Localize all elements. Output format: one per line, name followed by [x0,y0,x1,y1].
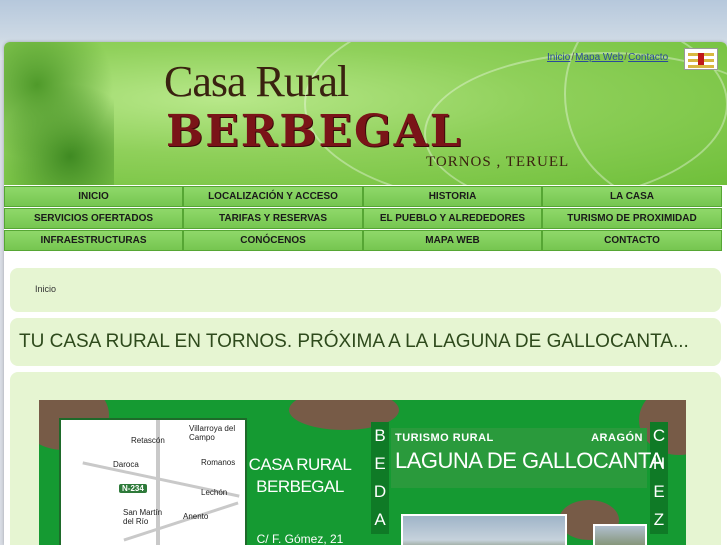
banner-letter: C [652,426,666,445]
banner-left-letters: B E D A [371,422,389,534]
flag-crest [698,53,704,65]
map-town: Romanos [201,458,236,467]
toplink-separator: / [624,52,628,63]
toplink-separator: / [571,52,575,63]
banner-casa-rural: CASA RURAL BERBEGAL [245,454,355,498]
banner-letter: Z [653,510,665,529]
nav-turismo[interactable]: TURISMO DE PROXIMIDAD [542,208,722,229]
top-links: Inicio/Mapa Web/Contacto [547,52,668,63]
nav-la-casa[interactable]: LA CASA [542,186,722,207]
toplink-mapa-web[interactable]: Mapa Web [575,52,623,63]
banner-casa-line2: BERBEGAL [256,477,344,496]
site-logo-title: BERBEGAL [166,106,463,157]
main-navigation: INICIO LOCALIZACIÓN Y ACCESO HISTORIA LA… [4,186,727,252]
breadcrumb: Inicio [10,268,721,312]
page-title: TU CASA RURAL EN TORNOS. PRÓXIMA A LA LA… [19,331,689,352]
banner-casa-line1: CASA RURAL [248,455,352,474]
banner-letter: B [374,426,386,445]
map-town: Retascón [131,436,165,445]
promo-banner-image: Retascón Villarroya del Campo Daroca Rom… [39,400,686,545]
banner-right-letters: C H E Z [650,422,668,534]
nav-infraestructuras[interactable]: INFRAESTRUCTURAS [4,230,183,251]
lagoon-photo [401,514,567,545]
map-town: San Martín del Río [123,508,163,526]
brand-top-text: Casa Rural [164,57,349,106]
nav-localizacion[interactable]: LOCALIZACIÓN Y ACCESO [183,186,363,207]
nav-conocenos[interactable]: CONÓCENOS [183,230,363,251]
page-title-panel: TU CASA RURAL EN TORNOS. PRÓXIMA A LA LA… [10,318,721,366]
flag-stripe [688,65,714,68]
map-town: Lechón [201,488,228,497]
brand-location: TORNOS , TERUEL [426,154,570,170]
site-header: Casa Rural BERBEGAL TORNOS , TERUEL Inic… [4,42,727,185]
landscape-photo [593,524,647,545]
nav-inicio[interactable]: INICIO [4,186,183,207]
banner-letter: E [374,454,386,473]
nav-historia[interactable]: HISTORIA [363,186,542,207]
main-content: Retascón Villarroya del Campo Daroca Rom… [10,372,721,545]
banner-letter: D [373,482,387,501]
map-town: Daroca [113,460,139,469]
toplink-contacto[interactable]: Contacto [628,52,668,63]
header-foliage-decoration [4,42,114,185]
nav-el-pueblo[interactable]: EL PUEBLO Y ALREDEDORES [363,208,542,229]
nav-contacto[interactable]: CONTACTO [542,230,722,251]
map-town: Anento [183,512,209,521]
nav-servicios[interactable]: SERVICIOS OFERTADOS [4,208,183,229]
nav-mapa-web[interactable]: MAPA WEB [363,230,542,251]
laguna-title: LAGUNA DE GALLOCANTA [395,448,664,473]
map-town: Villarroya del Campo [189,424,236,442]
breadcrumb-item-inicio[interactable]: Inicio [35,284,56,294]
turismo-banner: TURISMO RURAL ARAGÓN LAGUNA DE GALLOCANT… [391,428,664,488]
turismo-rural-label: TURISMO RURAL [395,432,494,444]
aragon-flag-icon[interactable] [684,48,718,70]
banner-address: C/ F. Gómez, 21 [256,532,344,545]
banner-letter: A [374,510,386,529]
toplink-inicio[interactable]: Inicio [547,52,570,63]
site-container: Casa Rural BERBEGAL TORNOS , TERUEL Inic… [4,42,727,545]
banner-letter: E [653,482,665,501]
road-shield: N-234 [119,484,147,493]
nav-tarifas[interactable]: TARIFAS Y RESERVAS [183,208,363,229]
location-map: Retascón Villarroya del Campo Daroca Rom… [59,418,247,545]
aragon-label: ARAGÓN [591,432,643,444]
